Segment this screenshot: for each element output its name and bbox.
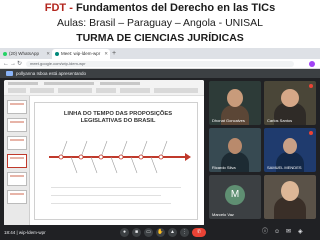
new-tab-button[interactable]: + [112, 48, 116, 59]
camera-icon[interactable]: ■ [132, 228, 141, 237]
presenting-label: pollyanna Isboa está apresentando [16, 71, 87, 76]
participant-name: Marcelo Vaz [212, 212, 234, 217]
classrooms-line: Aulas: Brasil – Paraguay – Angola - UNIS… [56, 17, 264, 29]
meeting-time-code: 18:44 | wip-ldem-wpr [4, 230, 46, 235]
slide-title: LINHA DO TEMPO DAS PROPOSIÇÕES LEGISLATI… [63, 111, 173, 124]
participant-face [281, 181, 299, 201]
screen-capture: (20) WhatsApp ✕ Meet: wip-ldem-wpr ✕ + ←… [0, 48, 320, 240]
meeting-controls: 18:44 | wip-ldem-wpr ● ■ ▭ ✋ ▲ ⋮ ✆ ⓘ ☺ ✉… [0, 225, 320, 240]
meet-icon [55, 52, 59, 56]
participant-tile[interactable]: Dhonat Goncalves [209, 81, 261, 125]
participant-tile[interactable]: SAMUEL MENDES [264, 128, 316, 172]
slide-thumbnails [4, 96, 30, 226]
group-line: TURMA DE CIENCIAS JURÍDICAS [76, 32, 244, 44]
captions-icon[interactable]: ▭ [144, 228, 153, 237]
slide-thumbnail[interactable] [7, 136, 27, 150]
participant-name: SAMUEL MENDES [267, 165, 302, 170]
mic-off-icon [309, 131, 313, 135]
browser-tab-bar: (20) WhatsApp ✕ Meet: wip-ldem-wpr ✕ + [0, 48, 320, 59]
slide-thumbnail[interactable] [7, 190, 27, 204]
participant-tile[interactable]: Carlos Santos [264, 81, 316, 125]
title-banner: FDT - Fundamentos del Derecho en las TIC… [0, 0, 320, 48]
participant-face [228, 138, 242, 154]
address-bar: ← → ↻ meet.google.com/wip-ldem-wpr [0, 59, 320, 69]
slide-thumbnail[interactable] [7, 154, 27, 168]
shared-presentation[interactable]: LINHA DO TEMPO DAS PROPOSIÇÕES LEGISLATI… [4, 80, 204, 226]
close-icon[interactable]: ✕ [104, 49, 108, 59]
slide-thumbnail[interactable] [7, 118, 27, 132]
mic-off-icon [309, 84, 313, 88]
chat-icon[interactable]: ✉ [286, 229, 291, 236]
participant-tile[interactable] [264, 175, 316, 219]
reload-icon[interactable]: ↻ [17, 59, 22, 69]
url-field[interactable]: meet.google.com/wip-ldem-wpr [26, 61, 294, 67]
more-options-icon[interactable]: ⋮ [180, 228, 189, 237]
slide-thumbnail[interactable] [7, 100, 27, 114]
participant-tile[interactable]: M Marcelo Vaz [209, 175, 261, 219]
present-now-icon[interactable]: ▲ [168, 228, 177, 237]
current-slide: LINHA DO TEMPO DAS PROPOSIÇÕES LEGISLATI… [34, 102, 198, 220]
tab-meet[interactable]: Meet: wip-ldem-wpr ✕ [52, 49, 110, 59]
timeline-diagram [49, 140, 191, 204]
participant-name: Ricardo Silva [212, 165, 236, 170]
leave-call-button[interactable]: ✆ [192, 228, 206, 237]
people-icon[interactable]: ☺ [274, 229, 280, 236]
back-icon[interactable]: ← [3, 59, 9, 69]
slide-thumbnail[interactable] [7, 172, 27, 186]
participant-face [227, 89, 243, 107]
whatsapp-icon [3, 52, 7, 56]
participant-tile[interactable]: Ricardo Silva [209, 128, 261, 172]
tab-label: (20) WhatsApp [9, 51, 40, 56]
activities-icon[interactable]: ◈ [298, 229, 303, 236]
participant-avatar: M [225, 185, 245, 205]
participant-name: Carlos Santos [267, 118, 293, 123]
participant-name: Dhonat Goncalves [212, 118, 245, 123]
raise-hand-icon[interactable]: ✋ [156, 228, 165, 237]
banner-title-line: FDT - Fundamentos del Derecho en las TIC… [0, 1, 320, 15]
profile-avatar[interactable] [309, 61, 315, 67]
tab-whatsapp[interactable]: (20) WhatsApp ✕ [0, 49, 52, 59]
info-icon[interactable]: ⓘ [262, 229, 268, 236]
forward-icon[interactable]: → [10, 59, 16, 69]
course-code: FDT - [44, 2, 76, 14]
presenting-banner: pollyanna Isboa está apresentando [0, 69, 320, 78]
participant-face [281, 89, 299, 107]
present-icon [6, 71, 13, 76]
close-icon[interactable]: ✕ [46, 49, 50, 59]
participant-face [283, 138, 297, 154]
tab-label: Meet: wip-ldem-wpr [61, 51, 101, 56]
presentation-ribbon [4, 80, 204, 96]
course-title: Fundamentos del Derecho en las TICs [75, 2, 276, 14]
mic-icon[interactable]: ● [120, 228, 129, 237]
